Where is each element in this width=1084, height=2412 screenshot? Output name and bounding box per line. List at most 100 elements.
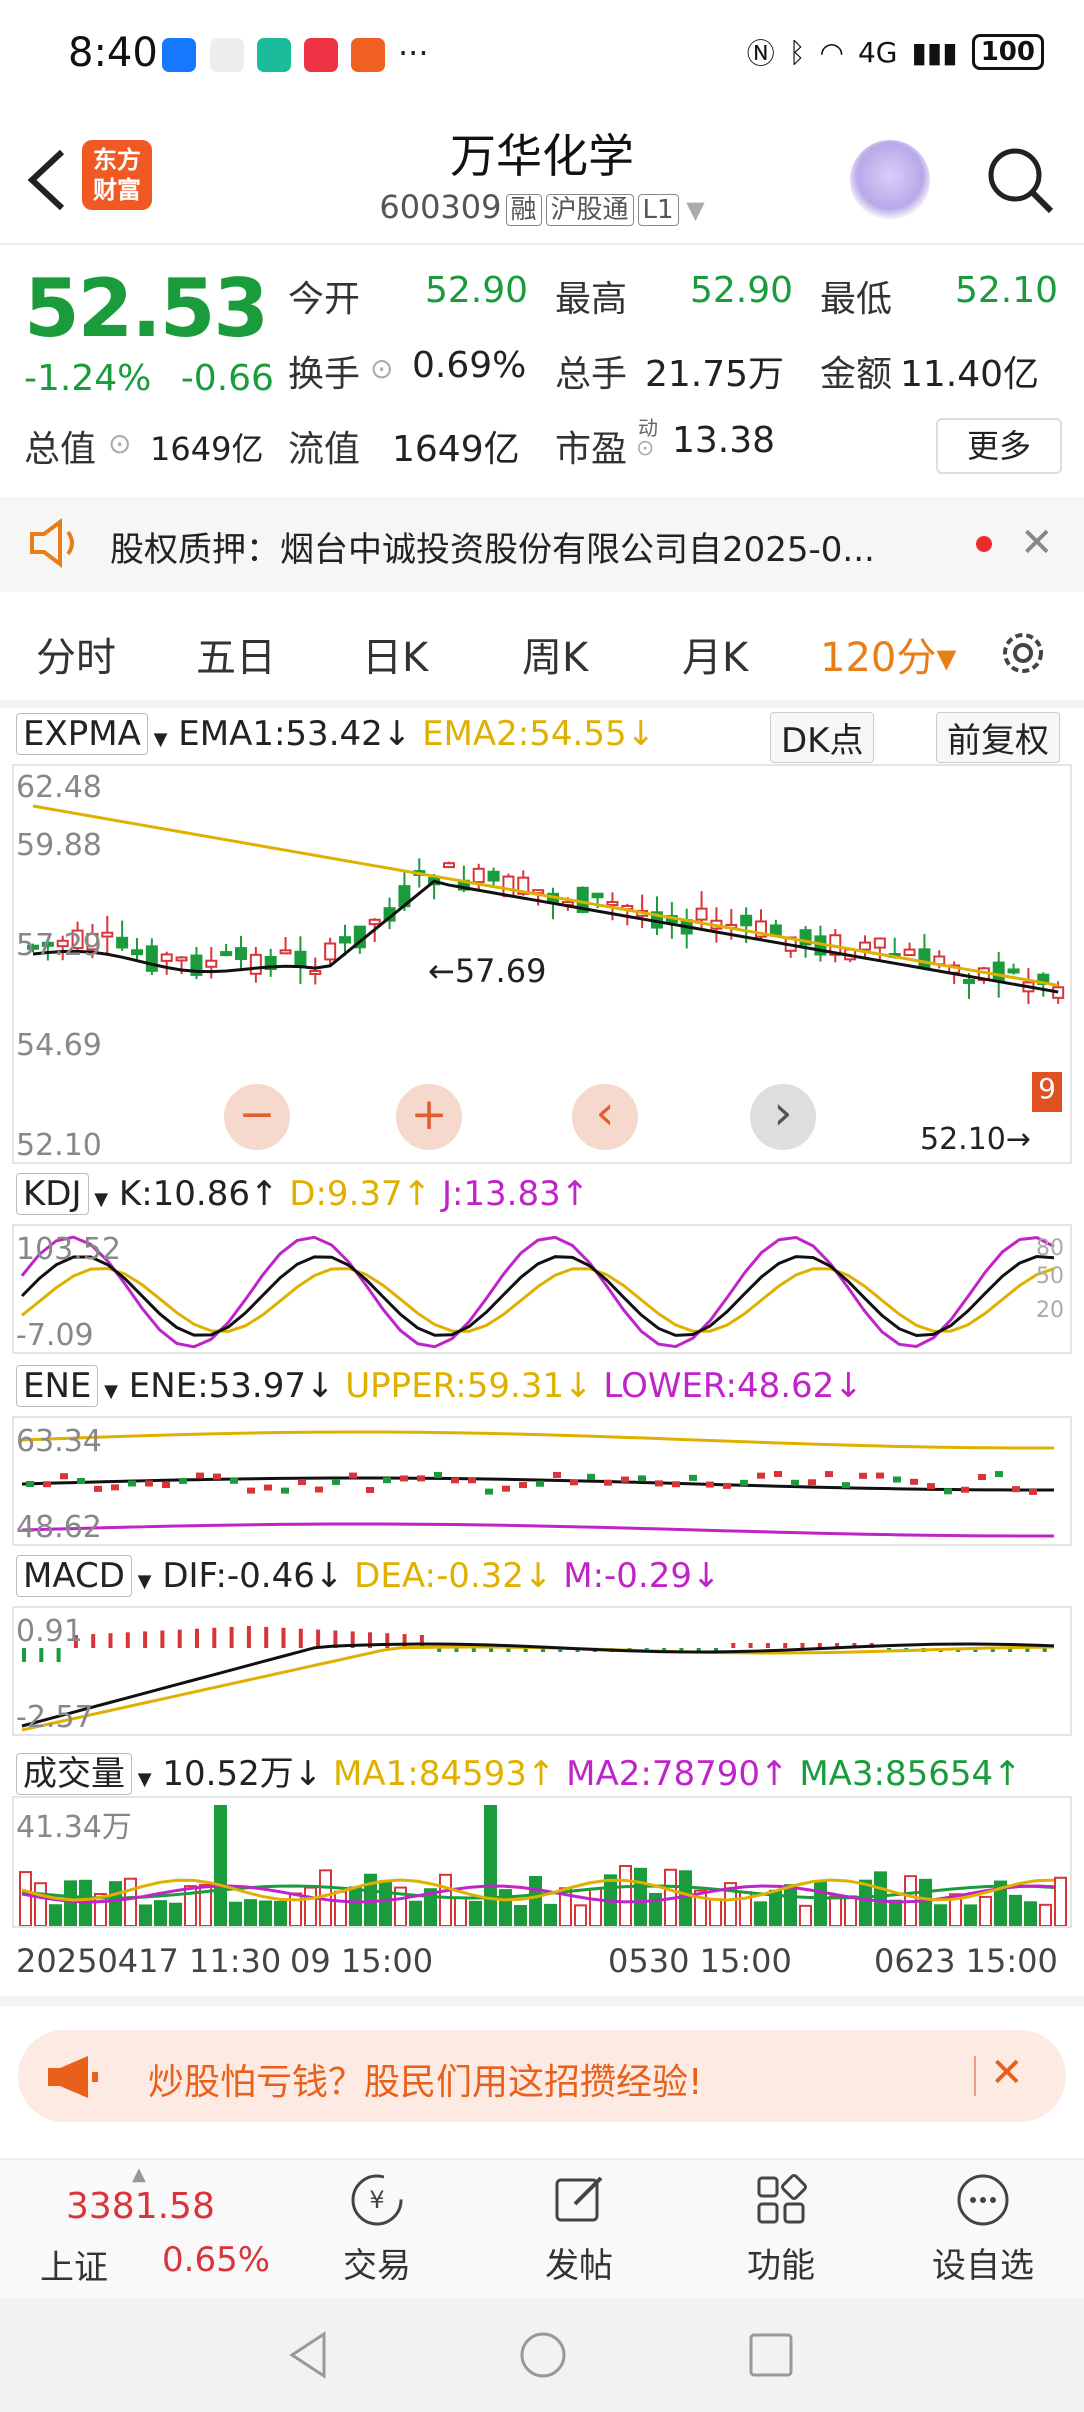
- main-indicator-row: EXPMA ▼ EMA1:53.42↓ EMA2:54.55↓: [16, 713, 655, 755]
- y-tick: 103.52: [16, 1232, 121, 1267]
- volume-bar: [529, 1876, 542, 1927]
- macd-row: MACD ▼ DIF:-0.46↓ DEA:-0.32↓ M:-0.29↓: [16, 1555, 720, 1597]
- scroll-right-button[interactable]: ›: [750, 1084, 816, 1150]
- volume-bar: [109, 1881, 122, 1927]
- mini-candle: [400, 1475, 408, 1482]
- promo-close-button[interactable]: ✕: [990, 2050, 1024, 2096]
- notice-close-button[interactable]: ✕: [1020, 520, 1054, 566]
- volume-panel[interactable]: [12, 1796, 1072, 1928]
- info-icon[interactable]: ⊙: [108, 427, 131, 460]
- mini-candle: [60, 1473, 68, 1480]
- low-value: 52.10: [955, 270, 1059, 311]
- macd-bar: [298, 1628, 303, 1648]
- nav-post[interactable]: 发帖: [514, 2170, 644, 2287]
- volume-bar: [919, 1878, 932, 1927]
- mini-candle: [485, 1488, 493, 1495]
- y-tick: 62.48: [16, 770, 102, 805]
- mini-candle: [944, 1488, 952, 1495]
- notice-text[interactable]: 股权质押：烟台中诚投资股份有限公司自2025-0...: [110, 522, 970, 571]
- volume-bar: [889, 1899, 902, 1928]
- news-app-icon: [304, 38, 338, 72]
- edit-icon: [555, 2176, 603, 2222]
- shield-app-icon: [257, 38, 291, 72]
- index-value[interactable]: 3381.58: [66, 2186, 215, 2227]
- system-home-icon[interactable]: [518, 2330, 568, 2380]
- assistant-avatar[interactable]: [850, 140, 930, 220]
- index-name[interactable]: 上证: [40, 2240, 108, 2289]
- y-tick: 0.91: [16, 1614, 83, 1649]
- candle-body: [175, 956, 188, 962]
- mini-candle: [502, 1485, 510, 1492]
- volume-bar: [619, 1865, 632, 1927]
- kdj-select[interactable]: KDJ: [16, 1173, 89, 1215]
- system-back-icon[interactable]: [288, 2330, 328, 2380]
- candle-body: [859, 941, 871, 951]
- ema1-value: EMA1:53.42↓: [178, 714, 412, 754]
- tab-daily-k[interactable]: 日K: [362, 625, 428, 683]
- margin-tag: 融: [505, 194, 542, 226]
- volume-bar: [814, 1880, 827, 1927]
- macd-select[interactable]: MACD: [16, 1555, 132, 1597]
- pe-label: 市盈: [555, 429, 628, 470]
- tab-120min[interactable]: 120分▾: [820, 625, 956, 683]
- kdj-row: KDJ ▼ K:10.86↑ D:9.37↑ J:13.83↑: [16, 1173, 589, 1215]
- candle-body: [1007, 968, 1020, 974]
- adjust-mode-button[interactable]: 前复权: [936, 712, 1060, 763]
- chart-settings-button[interactable]: [995, 625, 1051, 681]
- ene-lower: LOWER:48.62↓: [603, 1366, 863, 1406]
- candle-body: [918, 948, 931, 969]
- mini-candle: [995, 1471, 1003, 1478]
- candle-body: [992, 961, 1005, 982]
- mini-candle: [689, 1474, 697, 1481]
- system-recents-icon[interactable]: [748, 2332, 794, 2378]
- kdj-panel[interactable]: [12, 1224, 1072, 1354]
- y-tick: 54.69: [16, 1028, 102, 1063]
- nav-trade[interactable]: ¥ 交易: [312, 2170, 442, 2287]
- ene-value: ENE:53.97↓: [128, 1366, 335, 1406]
- mini-candle: [145, 1480, 153, 1487]
- ene-select[interactable]: ENE: [16, 1365, 99, 1407]
- tab-weekly-k[interactable]: 周K: [522, 625, 588, 683]
- macd-panel[interactable]: [12, 1606, 1072, 1736]
- mini-candle: [179, 1477, 187, 1484]
- divider: [0, 1996, 1084, 2006]
- volume-bar: [934, 1904, 947, 1928]
- nav-add-watchlist[interactable]: 设自选: [918, 2170, 1048, 2287]
- more-button[interactable]: 更多: [936, 418, 1062, 474]
- volume-bar: [454, 1896, 467, 1927]
- ene-panel[interactable]: [12, 1416, 1072, 1546]
- macd-dea: DEA:-0.32↓: [354, 1556, 553, 1596]
- macd-bar: [160, 1630, 165, 1648]
- main-indicator-select[interactable]: EXPMA: [16, 713, 148, 755]
- volume-bar: [139, 1904, 152, 1928]
- mini-candle: [910, 1478, 918, 1485]
- candle-body: [695, 907, 708, 921]
- ref-20: 20: [1036, 1298, 1064, 1323]
- tab-intraday[interactable]: 分时: [36, 625, 116, 683]
- dk-point-button[interactable]: DK点: [770, 712, 875, 763]
- mktcap-label: 总值: [24, 429, 97, 470]
- index-change[interactable]: 0.65%: [162, 2240, 270, 2280]
- volume-bar: [274, 1900, 287, 1928]
- promo-text[interactable]: 炒股怕亏钱？股民们用这招攒经验!: [148, 2053, 702, 2105]
- mini-candle: [1012, 1486, 1020, 1493]
- open-label: 今开: [288, 279, 361, 320]
- volume-bar: [544, 1903, 557, 1927]
- search-button[interactable]: [985, 145, 1055, 215]
- tab-five-day[interactable]: 五日: [196, 625, 276, 683]
- tab-monthly-k[interactable]: 月K: [682, 625, 748, 683]
- info-icon[interactable]: ⊙: [636, 436, 654, 461]
- volume-bar: [1054, 1876, 1067, 1927]
- zoom-out-button[interactable]: −: [224, 1084, 290, 1150]
- volume-bar: [244, 1899, 257, 1928]
- scroll-left-button[interactable]: ‹: [572, 1084, 638, 1150]
- nav-functions[interactable]: 功能: [716, 2170, 846, 2287]
- candle-body: [443, 862, 455, 869]
- mini-candle: [587, 1473, 595, 1480]
- zoom-in-button[interactable]: +: [396, 1084, 462, 1150]
- volume-select[interactable]: 成交量: [16, 1753, 132, 1795]
- info-icon[interactable]: ⊙: [370, 352, 393, 385]
- volume-bar: [709, 1898, 722, 1928]
- low-annotation: 52.10→: [920, 1122, 1032, 1157]
- volume-bar: [964, 1904, 977, 1927]
